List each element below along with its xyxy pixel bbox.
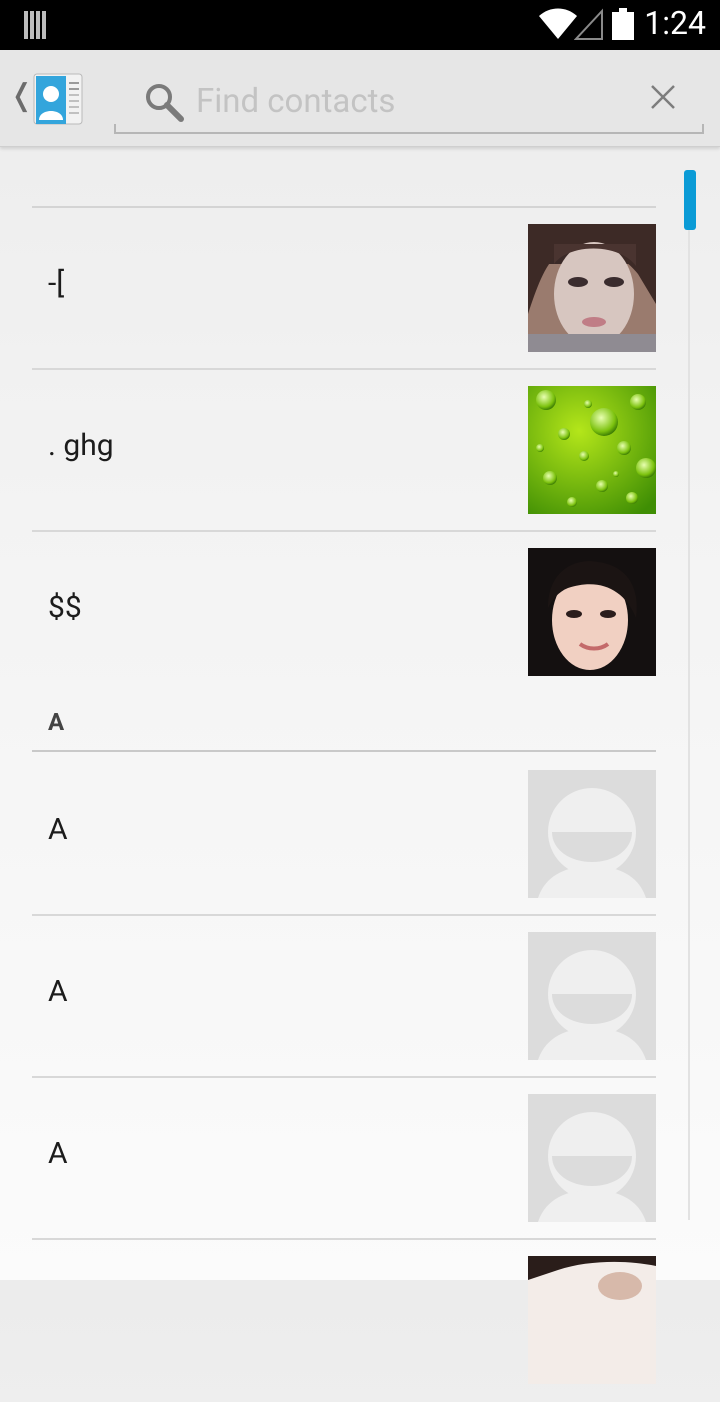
contacts-app-icon — [33, 73, 83, 125]
section-header: A — [32, 692, 656, 752]
status-bar: 1:24 — [0, 0, 720, 50]
contact-name: . ghg — [48, 428, 114, 463]
contact-name: $$ — [48, 590, 82, 625]
contact-row[interactable]: A — [32, 916, 656, 1078]
notification-icon — [24, 11, 48, 39]
contact-photo — [528, 386, 656, 514]
battery-icon — [612, 8, 634, 40]
contact-row[interactable] — [32, 1240, 656, 1402]
close-icon[interactable] — [650, 84, 676, 110]
search-input[interactable] — [194, 76, 638, 126]
contact-row[interactable]: A — [32, 754, 656, 916]
default-contact-icon — [528, 932, 656, 1060]
contact-row[interactable]: $$ — [32, 532, 656, 694]
search-field — [114, 70, 704, 134]
default-contact-icon — [528, 770, 656, 898]
default-contact-icon — [528, 1094, 656, 1222]
action-bar: ❬ — [0, 50, 720, 147]
wifi-icon — [539, 8, 577, 39]
search-icon — [146, 84, 184, 122]
status-time: 1:24 — [644, 4, 706, 42]
contact-photo — [528, 224, 656, 352]
contact-name: A — [48, 1136, 68, 1171]
contact-name: A — [48, 812, 68, 847]
section-letter: A — [48, 708, 65, 736]
up-button[interactable]: ❬ — [6, 68, 90, 132]
contact-row[interactable]: A — [32, 1078, 656, 1240]
contact-photo — [528, 1256, 656, 1384]
contact-row[interactable]: -[ — [32, 208, 656, 370]
scrollbar-thumb[interactable] — [684, 170, 696, 230]
scrollbar-track[interactable] — [688, 170, 690, 1220]
contact-row[interactable]: . ghg — [32, 370, 656, 532]
signal-icon — [574, 8, 603, 40]
contact-name: -[ — [48, 266, 65, 301]
contact-photo — [528, 548, 656, 676]
contact-name: A — [48, 974, 68, 1009]
divider — [32, 750, 656, 752]
